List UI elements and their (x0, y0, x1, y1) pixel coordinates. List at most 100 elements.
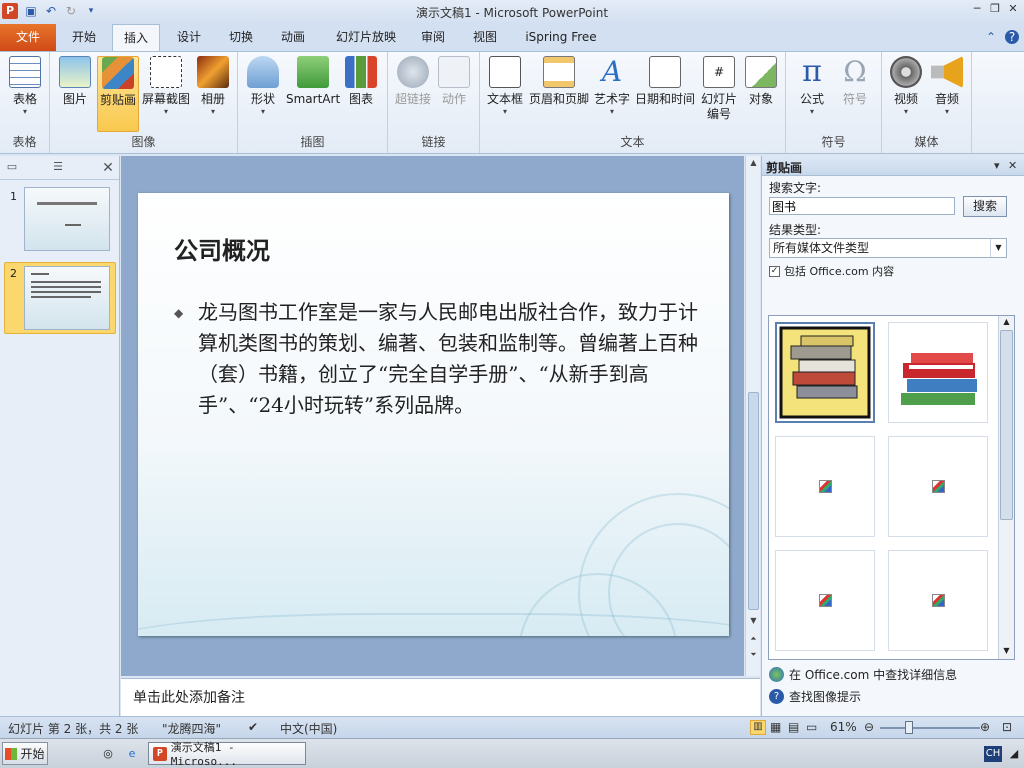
slide-editing-area: 公司概况 ◆ 龙马图书工作室是一家与人民邮电出版社合作，致力于计算机类图书的策划… (121, 156, 744, 676)
tab-insert[interactable]: 插入 (112, 24, 160, 52)
action-button[interactable]: 动作 (436, 56, 472, 107)
notes-pane[interactable]: 单击此处添加备注 (121, 678, 760, 716)
outline-tab-icon[interactable]: ☰ (50, 160, 66, 174)
close-pane-icon[interactable]: ✕ (1008, 159, 1017, 172)
shapes-button[interactable]: 形状 ▾ (246, 56, 280, 117)
scroll-down-icon[interactable]: ▼ (746, 616, 761, 625)
normal-view-icon[interactable]: ▥ (750, 720, 766, 735)
clipart-result-3[interactable] (775, 436, 875, 537)
ie-icon[interactable]: e (124, 746, 140, 762)
object-icon (745, 56, 777, 88)
slide-canvas[interactable]: 公司概况 ◆ 龙马图书工作室是一家与人民邮电出版社合作，致力于计算机类图书的策划… (138, 193, 729, 636)
table-button[interactable]: 表格 ▾ (8, 56, 42, 117)
slide-number-button[interactable]: # 幻灯片 编号 (698, 56, 740, 122)
slide-sorter-icon[interactable]: ▦ (770, 720, 781, 734)
pane-options-icon[interactable]: ▾ (994, 159, 1000, 172)
minimize-icon[interactable]: ─ (970, 2, 984, 16)
tab-animations[interactable]: 动画 (270, 24, 316, 51)
clipart-result-6[interactable] (888, 550, 988, 651)
header-footer-button[interactable]: 页眉和页脚 (528, 56, 590, 107)
restore-icon[interactable]: ❐ (988, 2, 1002, 16)
screenshot-button[interactable]: 屏幕截图 ▾ (141, 56, 191, 117)
title-bar: P ▣ ↶ ↻ ▾ 演示文稿1 - Microsoft PowerPoint ─… (0, 0, 1024, 24)
include-office-checkbox[interactable]: ✓ 包括 Office.com 内容 (769, 263, 894, 279)
theme-status[interactable]: "龙腾四海" (162, 720, 221, 737)
clipart-result-books-stack[interactable] (775, 322, 875, 423)
hyperlink-button[interactable]: 超链接 (392, 56, 434, 107)
slide-body-text[interactable]: 龙马图书工作室是一家与人民邮电出版社合作，致力于计算机类图书的策划、编著、包装和… (198, 297, 698, 421)
picture-icon (59, 56, 91, 88)
tab-review[interactable]: 审阅 (412, 24, 454, 51)
reading-view-icon[interactable]: ▤ (788, 720, 799, 734)
help-icon[interactable]: ? (1005, 30, 1019, 44)
tab-transitions[interactable]: 切换 (218, 24, 264, 51)
zoom-slider[interactable] (880, 727, 980, 729)
slide-title[interactable]: 公司概况 (174, 231, 270, 266)
picture-button[interactable]: 图片 (58, 56, 92, 107)
action-icon (438, 56, 470, 88)
tab-ispring[interactable]: iSpring Free (516, 24, 606, 51)
group-text: 文本框 ▾ 页眉和页脚 A 艺术字 ▾ 日期和时间 # 幻灯片 编号 对象 文本 (480, 52, 786, 153)
scroll-down-icon[interactable]: ▼ (999, 646, 1014, 655)
audio-button[interactable]: 音频 ▾ (930, 56, 964, 117)
tab-file[interactable]: 文件 (0, 24, 56, 51)
close-icon[interactable]: ✕ (1006, 2, 1020, 16)
start-button[interactable]: 开始 (2, 742, 48, 765)
slideshow-icon[interactable]: ▭ (806, 720, 817, 734)
tab-home[interactable]: 开始 (62, 24, 106, 51)
tab-view[interactable]: 视图 (462, 24, 508, 51)
tray-icon[interactable]: ◢ (1006, 746, 1022, 762)
office-info-link[interactable]: 在 Office.com 中查找详细信息 (769, 666, 957, 683)
result-type-select[interactable]: 所有媒体文件类型 ▼ (769, 238, 1007, 258)
wordart-button[interactable]: A 艺术字 ▾ (592, 56, 632, 117)
slide-vertical-scrollbar[interactable]: ▲ ▼ ⏶ ⏷ (745, 156, 760, 676)
slides-tab-icon[interactable]: ▭ (4, 160, 20, 174)
search-input[interactable] (769, 197, 955, 215)
scroll-up-icon[interactable]: ▲ (999, 317, 1014, 326)
photo-album-button[interactable]: 相册 ▾ (196, 56, 230, 117)
slide-thumbnail-2[interactable] (24, 266, 110, 330)
search-button[interactable]: 搜索 (963, 196, 1007, 217)
pi-icon: π (802, 54, 822, 89)
scroll-up-icon[interactable]: ▲ (746, 158, 761, 167)
zoom-level[interactable]: 61% (830, 720, 857, 734)
scrollbar-thumb[interactable] (748, 392, 759, 610)
collapse-ribbon-icon[interactable]: ⌃ (984, 30, 998, 44)
tab-slideshow[interactable]: 幻灯片放映 (324, 24, 408, 51)
clipart-result-5[interactable] (775, 550, 875, 651)
close-panel-icon[interactable]: ✕ (100, 160, 116, 176)
scrollbar-thumb[interactable] (1000, 330, 1013, 520)
chevron-down-icon: ▼ (990, 239, 1006, 257)
image-tips-link[interactable]: ? 查找图像提示 (769, 688, 861, 705)
smartart-button[interactable]: SmartArt (286, 56, 340, 107)
fit-to-window-icon[interactable]: ⊡ (1002, 720, 1012, 734)
zoom-in-icon[interactable]: ⊕ (980, 720, 990, 734)
film-reel-icon (890, 56, 922, 88)
clipart-pane-header: 剪贴画 ▾ ✕ (762, 156, 1024, 176)
clipart-result-books-pile[interactable] (888, 322, 988, 423)
zoom-out-icon[interactable]: ⊖ (864, 720, 874, 734)
ime-indicator[interactable]: CH (984, 746, 1002, 762)
browser-icon[interactable]: ◎ (100, 746, 116, 762)
zoom-slider-knob[interactable] (905, 721, 913, 734)
equation-button[interactable]: π 公式 ▾ (794, 56, 830, 117)
next-slide-icon[interactable]: ⏷ (746, 650, 761, 660)
object-button[interactable]: 对象 (744, 56, 778, 107)
language-status[interactable]: 中文(中国) (280, 720, 337, 737)
datetime-button[interactable]: 日期和时间 (634, 56, 696, 107)
books-pile-clipart (901, 353, 977, 405)
slide-thumbnail-1[interactable] (24, 187, 110, 251)
symbol-button[interactable]: Ω 符号 (838, 56, 872, 107)
previous-slide-icon[interactable]: ⏶ (746, 634, 761, 644)
chart-button[interactable]: 图表 (344, 56, 378, 107)
clipart-button[interactable]: 剪贴画 (97, 56, 139, 132)
textbox-button[interactable]: 文本框 ▾ (486, 56, 524, 117)
results-scrollbar[interactable]: ▲ ▼ (998, 316, 1014, 659)
slide-count-status: 幻灯片 第 2 张，共 2 张 (8, 722, 139, 736)
tab-design[interactable]: 设计 (166, 24, 212, 51)
spellcheck-icon[interactable]: ✔ (248, 720, 258, 734)
video-button[interactable]: 视频 ▾ (888, 56, 924, 117)
taskbar-powerpoint-window[interactable]: P 演示文稿1 - Microso... (148, 741, 306, 768)
clipart-result-4[interactable] (888, 436, 988, 537)
group-symbols-label: 符号 (821, 135, 846, 149)
